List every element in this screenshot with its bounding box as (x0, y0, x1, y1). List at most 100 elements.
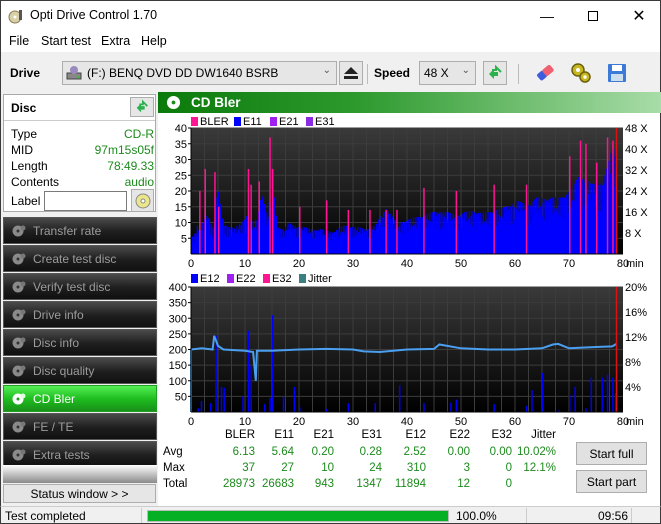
bar-e12 (601, 377, 603, 412)
close-button[interactable]: ✕ (616, 1, 661, 31)
chevron-down-icon: ⌄ (461, 65, 470, 76)
bar-e12 (450, 402, 452, 412)
legend-swatch (299, 274, 306, 283)
menu-help[interactable]: Help (141, 34, 167, 48)
y-tick-label: 50 (175, 391, 187, 403)
bar-e12 (209, 403, 212, 412)
content-panel: CD Bler BLER E11 E21 E31 5 10 15 20 25 30 35 40 0 10 2… (158, 92, 661, 506)
nav-item-label: Extra tests (33, 448, 90, 462)
y-tick-label: 15 (175, 202, 187, 214)
minimize-icon: — (540, 8, 554, 24)
stats-value: 0.00 (489, 446, 512, 458)
bar-bler (596, 162, 598, 254)
settings-icon (571, 63, 591, 83)
bar-e12 (299, 407, 301, 412)
bar-e12 (293, 387, 296, 412)
x-axis-label: min (626, 416, 644, 426)
bar-e12 (542, 372, 544, 412)
legend-swatch (263, 274, 270, 283)
disc-value: audio (124, 175, 154, 189)
disc-info-box: Disc Type CD-R MID 97m15s05f Length 78:49.3… (3, 94, 156, 212)
nav-item-disc-quality[interactable]: Disc quality (3, 357, 157, 384)
nav-item-fe-te[interactable]: FE / TE (3, 413, 157, 440)
y-tick-label: 35 (175, 139, 187, 151)
window-title: Opti Drive Control 1.70 (30, 8, 158, 22)
menu-start-test[interactable]: Start test (41, 34, 91, 48)
label-input[interactable] (44, 191, 127, 211)
y-tick-label: 25 (175, 170, 187, 182)
legend-label: E32 (272, 273, 292, 285)
nav-item-create-test-disc[interactable]: Create test disc (3, 245, 157, 272)
maximize-button[interactable] (570, 1, 616, 31)
stats-col-header: E31 (361, 429, 382, 441)
eject-button[interactable] (339, 61, 363, 85)
legend-swatch (191, 117, 198, 126)
label-cd-button[interactable] (131, 189, 154, 212)
x-tick-label: 10 (239, 416, 251, 426)
menu-extra[interactable]: Extra (101, 34, 130, 48)
disc-value: 97m15s05f (94, 143, 154, 157)
legend-label: E31 (315, 116, 335, 128)
bar-bler (423, 187, 425, 254)
disc-tool-icon (12, 337, 26, 349)
speed-select[interactable]: 48 X ⌄ (419, 61, 476, 85)
stats-col-header: BLER (224, 429, 255, 441)
bar-bler (569, 156, 571, 254)
bar-e12 (223, 387, 225, 412)
stats-value: 0.00 (447, 446, 470, 458)
y2-tick-label: 16 X (625, 207, 648, 219)
progress-bar (147, 510, 449, 522)
nav-item-label: Disc info (33, 336, 80, 350)
x-tick-label: 30 (347, 258, 359, 270)
save-button[interactable] (605, 61, 629, 85)
drive-select[interactable]: (F:) BENQ DVD DD DW1640 BSRB ⌄ (62, 61, 337, 85)
disc-refresh-button[interactable] (130, 97, 154, 117)
bar-bler (455, 191, 458, 254)
y2-tick-label: 8% (625, 357, 641, 369)
status-separator (526, 508, 527, 523)
minimize-button[interactable]: — (524, 1, 570, 31)
start-part-button[interactable]: Start part (576, 470, 647, 493)
bar-e12 (197, 408, 199, 412)
disc-key: Contents (11, 175, 60, 189)
legend-swatch (270, 117, 277, 126)
y-tick-label: 200 (169, 345, 187, 357)
nav-item-label: Create test disc (33, 252, 117, 266)
disc-key: Type (11, 127, 38, 141)
nav-item-transfer-rate[interactable]: Transfer rate (3, 217, 157, 244)
e12-jitter-chart: E12 E22 E32 Jitter 50 100 150 200 250 300 350 400 0 1… (169, 273, 648, 426)
disc-tool-icon (12, 281, 26, 293)
disc-tool-icon (12, 365, 26, 377)
status-text: Test completed (5, 509, 86, 523)
nav-item-cd-bler[interactable]: CD Bler (3, 385, 157, 412)
stats-value: 0.20 (311, 446, 334, 458)
stats-col-header: Jitter (531, 429, 556, 441)
menu-file[interactable]: File (9, 34, 29, 48)
legend-label: Jitter (308, 273, 332, 285)
status-bar: Test completed 100.0% 09:56 (0, 506, 661, 524)
bar-e12 (493, 404, 495, 412)
x-tick-label: 50 (455, 416, 467, 426)
y-tick-label: 150 (169, 360, 187, 372)
bar-e12 (612, 377, 614, 412)
stats-value: 24 (369, 462, 382, 474)
legend-label: E21 (279, 116, 299, 128)
settings-button[interactable] (569, 61, 593, 85)
bar-e12 (220, 387, 223, 412)
erase-button[interactable] (533, 61, 557, 85)
legend-label: BLER (200, 116, 229, 128)
nav-item-drive-info[interactable]: Drive info (3, 301, 157, 328)
stats-table: BLER E11 E21 E31 E12 E22 E32 Jitter Avg 6.13 5.64 0… (158, 426, 578, 496)
app-icon (8, 10, 22, 24)
disc-value: CD-R (124, 127, 154, 141)
start-full-button[interactable]: Start full (576, 442, 647, 465)
refresh-speed-button[interactable] (483, 61, 507, 85)
nav-item-extra-tests[interactable]: Extra tests (3, 441, 157, 468)
disc-tool-icon (12, 309, 26, 321)
bar-e12 (531, 390, 533, 412)
nav-item-verify-test-disc[interactable]: Verify test disc (3, 273, 157, 300)
status-window-button[interactable]: Status window > > (3, 484, 156, 503)
nav-item-disc-info[interactable]: Disc info (3, 329, 157, 356)
eject-icon (344, 67, 358, 79)
bar-e12 (574, 387, 576, 412)
